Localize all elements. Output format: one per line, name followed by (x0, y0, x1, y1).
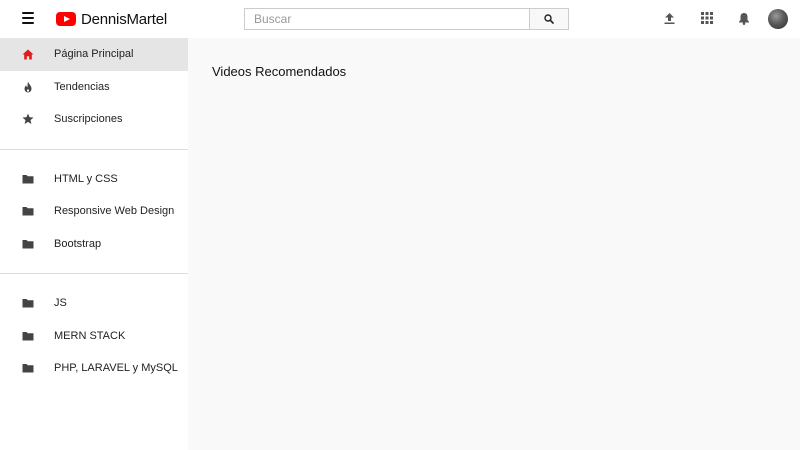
upload-icon[interactable] (662, 11, 676, 25)
sidebar: Página Principal Tendencias Suscripcione… (0, 38, 188, 450)
sidebar-item-subscriptions[interactable]: Suscripciones (0, 103, 188, 136)
sidebar-item-js[interactable]: JS (0, 287, 188, 320)
sidebar-item-label: MERN STACK (54, 329, 126, 342)
avatar[interactable] (768, 9, 788, 29)
sidebar-item-responsive[interactable]: Responsive Web Design (0, 195, 188, 228)
sidebar-item-label: Suscripciones (54, 113, 123, 126)
youtube-play-icon (56, 12, 76, 26)
search-bar (244, 8, 569, 30)
sidebar-item-label: Página Principal (54, 48, 134, 61)
search-input[interactable] (244, 8, 529, 30)
folder-icon (22, 297, 34, 309)
sidebar-item-label: Responsive Web Design (54, 205, 175, 218)
folder-icon (22, 330, 34, 342)
sidebar-item-label: HTML y CSS (54, 172, 118, 185)
section-title: Videos Recomendados (212, 64, 347, 79)
sidebar-item-label: Bootstrap (54, 237, 102, 250)
star-icon (22, 113, 34, 125)
search-icon (544, 14, 554, 24)
sidebar-item-label: PHP, LARAVEL y MySQL (54, 362, 178, 375)
sidebar-item-home[interactable]: Página Principal (0, 38, 188, 71)
top-bar: DennisMartel (0, 0, 800, 38)
fire-icon (22, 81, 34, 93)
search-button[interactable] (529, 8, 569, 30)
folder-icon (22, 362, 34, 374)
logo[interactable]: DennisMartel (56, 9, 167, 29)
brand-name: DennisMartel (81, 10, 167, 28)
main-content: Videos Recomendados (188, 38, 800, 450)
hamburger-icon[interactable] (22, 12, 34, 24)
bell-icon[interactable] (737, 11, 751, 25)
sidebar-item-label: JS (54, 297, 67, 310)
sidebar-item-trending[interactable]: Tendencias (0, 71, 188, 104)
sidebar-item-html-css[interactable]: HTML y CSS (0, 163, 188, 196)
sidebar-item-bootstrap[interactable]: Bootstrap (0, 228, 188, 261)
sidebar-item-label: Tendencias (54, 80, 110, 93)
sidebar-item-php[interactable]: PHP, LARAVEL y MySQL (0, 352, 188, 385)
home-icon (22, 48, 34, 60)
folder-icon (22, 238, 34, 250)
folder-icon (22, 205, 34, 217)
apps-grid-icon[interactable] (700, 11, 714, 25)
sidebar-item-mern[interactable]: MERN STACK (0, 320, 188, 353)
folder-icon (22, 173, 34, 185)
